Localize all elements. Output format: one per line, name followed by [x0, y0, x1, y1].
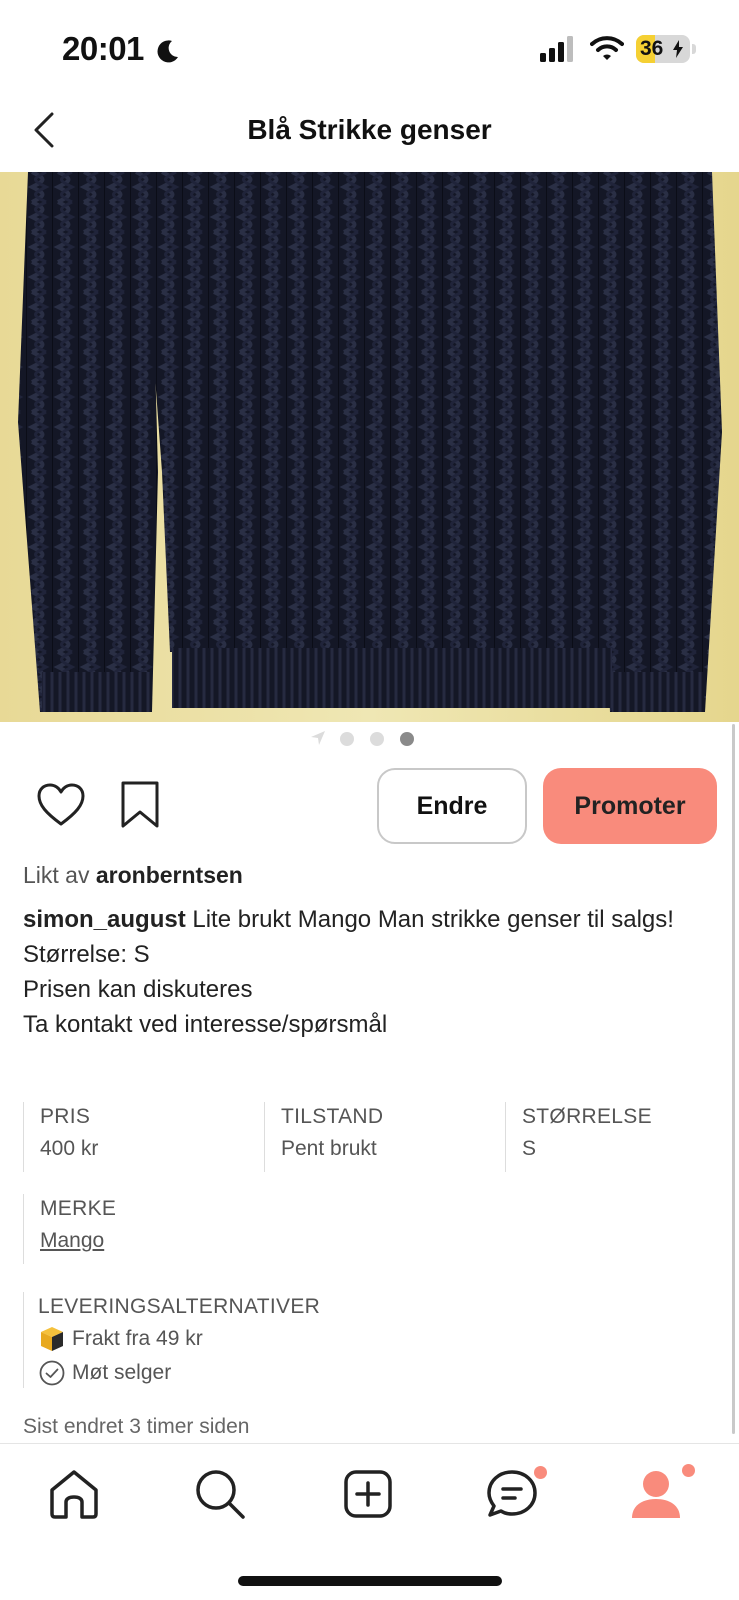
size-value: S — [522, 1137, 537, 1160]
messages-badge — [534, 1466, 547, 1479]
brand-label: MERKE — [40, 1197, 117, 1220]
price-label: PRIS — [40, 1105, 91, 1128]
profile-badge — [682, 1464, 695, 1477]
liked-by-prefix: Likt av — [23, 862, 90, 888]
meet-seller-option: Møt selger — [38, 1356, 320, 1390]
header: Blå Strikke genser — [0, 96, 739, 172]
carousel-dot[interactable] — [340, 732, 354, 746]
description-line: Størrelse: S — [23, 941, 150, 968]
add-icon — [344, 1470, 392, 1518]
size-info: STØRRELSE S — [505, 1102, 652, 1172]
size-label: STØRRELSE — [522, 1105, 652, 1128]
description-line: Ta kontakt ved interesse/spørsmål — [23, 1011, 388, 1038]
action-bar: Endre Promoter — [0, 768, 739, 848]
save-button[interactable] — [118, 780, 162, 830]
condition-label: TILSTAND — [281, 1105, 384, 1128]
page-title: Blå Strikke genser — [247, 114, 492, 145]
sweater-image — [0, 172, 739, 722]
battery-indicator: 36 — [636, 35, 690, 63]
carousel-indicator[interactable] — [0, 728, 739, 750]
product-photo[interactable] — [0, 172, 739, 722]
nav-messages[interactable] — [482, 1464, 542, 1524]
brand-link[interactable]: Mango — [40, 1224, 116, 1258]
shipping-text: Frakt fra 49 kr — [72, 1327, 203, 1350]
nav-add[interactable] — [338, 1464, 398, 1524]
check-circle-icon — [38, 1359, 66, 1387]
brand-info: MERKE Mango — [23, 1194, 116, 1264]
wifi-icon — [590, 36, 624, 60]
carousel-dot[interactable] — [370, 732, 384, 746]
description-line: Prisen kan diskuteres — [23, 976, 253, 1003]
description: simon_august Lite brukt Mango Man strikk… — [23, 902, 713, 1042]
carousel-dot-active[interactable] — [400, 732, 414, 746]
moon-icon — [157, 40, 178, 63]
last-updated: Sist endret 3 timer siden — [23, 1415, 250, 1438]
home-icon — [50, 1470, 98, 1519]
description-text: Lite brukt Mango Man strikke genser til … — [192, 906, 674, 933]
status-time: 20:01 — [62, 30, 144, 67]
location-arrow-icon — [311, 731, 325, 745]
like-button[interactable] — [36, 782, 86, 828]
cellular-signal-icon — [540, 36, 573, 62]
delivery-options: LEVERINGSALTERNATIVER Frakt fra 49 kr Mø… — [23, 1292, 320, 1388]
shipping-option: Frakt fra 49 kr — [38, 1322, 320, 1356]
seller-username[interactable]: simon_august — [23, 906, 186, 933]
status-bar: 20:01 36 — [0, 0, 739, 90]
price-info: PRIS 400 kr — [23, 1102, 98, 1172]
charging-bolt-icon — [673, 40, 683, 58]
battery-percent: 36 — [640, 37, 664, 60]
condition-info: TILSTAND Pent brukt — [264, 1102, 383, 1172]
meet-seller-text: Møt selger — [72, 1361, 172, 1384]
nav-profile[interactable] — [626, 1464, 686, 1524]
liked-by-user[interactable]: aronberntsen — [96, 862, 243, 888]
home-indicator — [238, 1576, 502, 1586]
promote-button[interactable]: Promoter — [543, 768, 717, 844]
search-icon — [196, 1470, 245, 1519]
nav-search[interactable] — [190, 1464, 250, 1524]
profile-icon — [632, 1471, 680, 1518]
liked-by[interactable]: Likt av aronberntsen — [23, 862, 243, 889]
package-icon — [38, 1325, 66, 1353]
bookmark-icon — [121, 781, 159, 828]
delivery-label: LEVERINGSALTERNATIVER — [38, 1295, 321, 1318]
nav-home[interactable] — [44, 1464, 104, 1524]
condition-value: Pent brukt — [281, 1137, 377, 1160]
edit-button[interactable]: Endre — [377, 768, 527, 844]
heart-icon — [37, 783, 85, 826]
price-value: 400 kr — [40, 1137, 99, 1160]
chat-icon — [487, 1470, 537, 1517]
